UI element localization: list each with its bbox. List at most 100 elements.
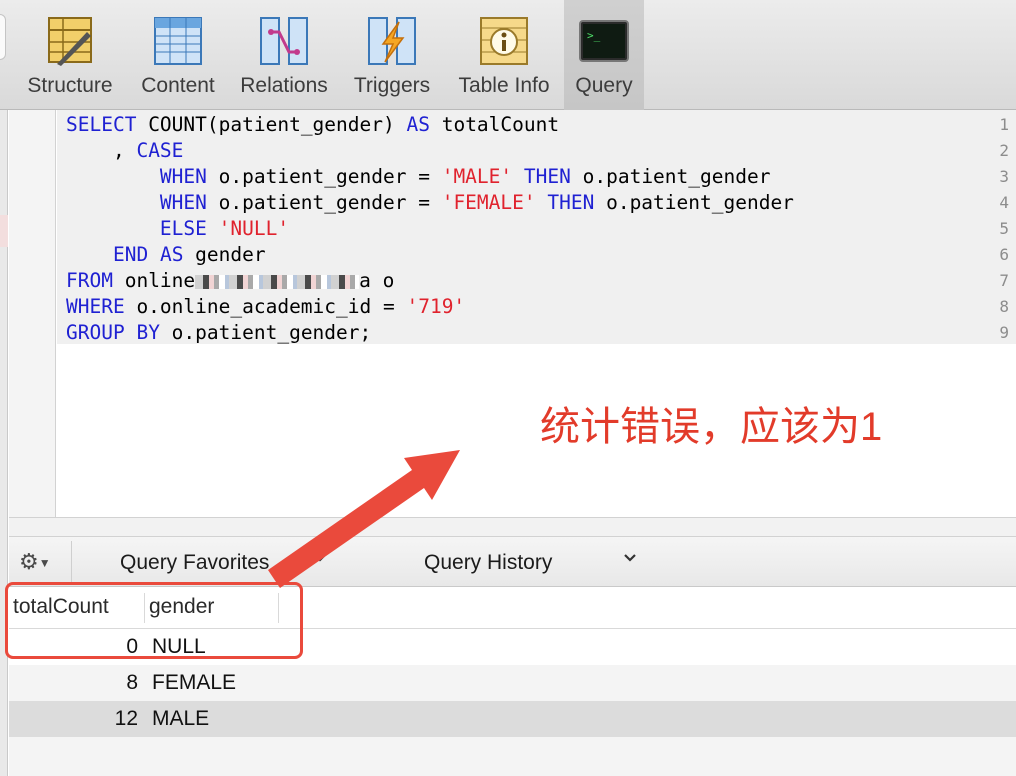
- redacted-text: [195, 274, 360, 289]
- sql-string: '719': [406, 295, 466, 318]
- chevron-down-icon[interactable]: [313, 553, 327, 563]
- triggers-icon: [368, 17, 416, 65]
- relations-icon: [260, 17, 308, 65]
- sql-string: 'MALE': [441, 165, 513, 188]
- annotation-highlight-box: [5, 582, 303, 659]
- tab-label: Structure: [27, 74, 113, 97]
- query-favorites-button[interactable]: Query Favorites: [120, 551, 269, 575]
- query-bar: ⚙▼ Query Favorites Query History: [9, 537, 1016, 587]
- code-line[interactable]: SELECT COUNT(patient_gender) AS totalCou…: [66, 112, 559, 138]
- sql-keyword: THEN: [523, 165, 571, 188]
- sql-keyword: FROM: [66, 269, 113, 292]
- table-info-icon: [480, 17, 528, 65]
- tab-relations[interactable]: Relations: [232, 0, 336, 110]
- cell-gender: FEMALE: [152, 671, 237, 694]
- sql-text: o.patient_gender: [594, 191, 794, 214]
- sql-keyword: WHEN: [159, 165, 207, 188]
- line-number: 9: [999, 323, 1009, 342]
- line-number: 5: [999, 219, 1009, 238]
- sql-text: ,: [66, 139, 137, 162]
- tab-triggers[interactable]: Triggers: [342, 0, 442, 110]
- sql-keyword: BY: [136, 321, 160, 344]
- sql-keyword: WHERE: [66, 295, 125, 318]
- app-window: Structure Content Relations Triggers Tab…: [0, 0, 1016, 776]
- table-row[interactable]: 8 FEMALE: [9, 665, 1016, 701]
- line-number: 4: [999, 193, 1009, 212]
- sidebar-selection-mark: [0, 215, 8, 247]
- sql-keyword: SELECT: [66, 113, 137, 136]
- editor-splitter[interactable]: [9, 517, 1016, 537]
- dropdown-arrow-icon: ▼: [38, 556, 51, 571]
- sql-text: a o: [359, 269, 395, 292]
- left-sidebar-edge: [0, 110, 8, 776]
- sql-text: o.online_academic_id =: [124, 295, 407, 318]
- code-line[interactable]: FROM online a o: [66, 268, 394, 294]
- code-line[interactable]: ELSE 'NULL': [66, 216, 289, 242]
- code-line[interactable]: GROUP BY o.patient_gender;: [66, 320, 371, 346]
- query-history-button[interactable]: Query History: [424, 551, 552, 575]
- line-number: 2: [999, 141, 1009, 160]
- table-row-selected[interactable]: 12 MALE: [9, 701, 1016, 737]
- code-line[interactable]: END AS gender: [66, 242, 266, 268]
- cell-totalcount: 12: [114, 707, 138, 730]
- tab-label: Triggers: [353, 74, 431, 97]
- sql-text: COUNT(patient_gender): [136, 113, 407, 136]
- toolbar-edge: [0, 14, 6, 60]
- sql-text: o.patient_gender: [570, 165, 771, 188]
- sql-keyword: CASE: [136, 139, 184, 162]
- sql-text: o.patient_gender =: [206, 165, 442, 188]
- table-row-empty: [9, 737, 1016, 776]
- code-line[interactable]: WHERE o.online_academic_id = '719': [66, 294, 465, 320]
- tab-table-info[interactable]: Table Info: [448, 0, 560, 110]
- tab-label: Content: [141, 74, 215, 97]
- line-number: 8: [999, 297, 1009, 316]
- terminal-icon: >_: [579, 20, 629, 62]
- query-editor[interactable]: 1 2 3 4 5 6 7 8 9 SELECT COUNT(patient_gender) A…: [9, 110, 1016, 517]
- line-number: 7: [999, 271, 1009, 290]
- sql-keyword: GROUP: [66, 321, 125, 344]
- sql-keyword: AS: [159, 243, 184, 266]
- sql-keyword: ELSE: [159, 217, 207, 240]
- structure-icon: [48, 17, 92, 66]
- content-table-icon: [154, 17, 202, 65]
- line-number: 3: [999, 167, 1009, 186]
- sql-keyword: AS: [406, 113, 430, 136]
- cell-totalcount: 8: [126, 671, 138, 694]
- sql-string: 'FEMALE': [441, 191, 536, 214]
- chevron-down-icon[interactable]: [623, 553, 637, 563]
- sql-string: 'NULL': [218, 217, 290, 240]
- sql-text: gender: [183, 243, 266, 266]
- line-number: 6: [999, 245, 1009, 264]
- tab-label: Query: [575, 74, 633, 97]
- divider: [71, 541, 72, 583]
- toolbar: Structure Content Relations Triggers Tab…: [0, 0, 1016, 110]
- cell-gender: MALE: [152, 707, 210, 730]
- tab-query[interactable]: >_ Query: [564, 0, 644, 110]
- code-line[interactable]: , CASE: [66, 138, 183, 164]
- svg-text:>_: >_: [587, 29, 601, 42]
- sql-text: o.patient_gender =: [206, 191, 442, 214]
- sql-text: totalCount: [429, 113, 560, 136]
- sql-keyword: THEN: [547, 191, 595, 214]
- gear-menu-button[interactable]: ⚙▼: [19, 547, 65, 577]
- sql-keyword: END: [112, 243, 149, 266]
- sql-text: o.patient_gender;: [159, 321, 372, 344]
- gear-icon: ⚙: [19, 549, 39, 574]
- tab-label: Relations: [240, 74, 328, 97]
- code-line[interactable]: WHEN o.patient_gender = 'MALE' THEN o.pa…: [66, 164, 771, 190]
- code-line[interactable]: WHEN o.patient_gender = 'FEMALE' THEN o.…: [66, 190, 794, 216]
- tab-label: Table Info: [458, 74, 550, 97]
- tab-content[interactable]: Content: [130, 0, 226, 110]
- annotation-text: 统计错误，应该为1: [540, 405, 883, 449]
- sql-text: online: [112, 269, 196, 292]
- tab-structure[interactable]: Structure: [14, 0, 126, 110]
